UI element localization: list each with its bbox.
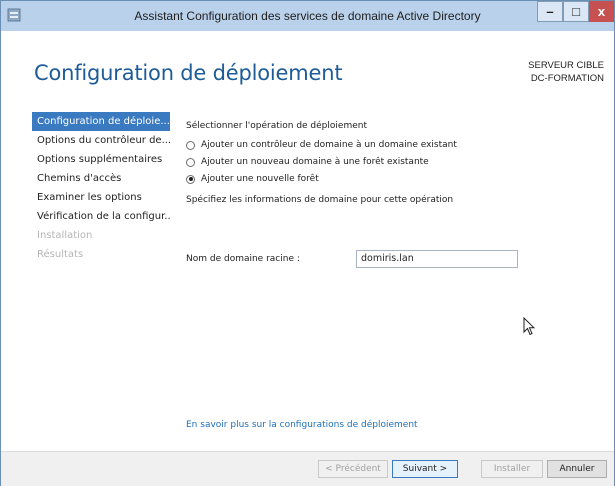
nav-item-paths[interactable]: Chemins d'accès [32,169,170,188]
nav-item-deployment-config[interactable]: Configuration de déploie... [32,112,170,131]
option-add-dc-existing-domain[interactable]: Ajouter un contrôleur de domaine à un do… [186,138,586,152]
window-title: Assistant Configuration des services de … [134,9,481,23]
radio-add-domain[interactable] [186,157,195,167]
wizard-footer: < Précédent Suivant > Installer Annuler [1,451,614,486]
nav-item-prerequisites-check[interactable]: Vérification de la configur... [32,207,170,226]
option-add-domain-existing-forest[interactable]: Ajouter un nouveau domaine à une forêt e… [186,155,586,169]
page-title: Configuration de déploiement [34,61,343,85]
target-server-label: SERVEUR CIBLE [528,60,604,71]
next-button[interactable]: Suivant > [392,460,458,478]
learn-more-link[interactable]: En savoir plus sur la configurations de … [186,420,418,430]
mouse-cursor-icon [523,316,536,342]
option-label: Ajouter une nouvelle forêt [201,174,319,184]
install-button[interactable]: Installer [481,460,543,478]
wizard-content: Configuration de déploiement SERVEUR CIB… [1,31,614,451]
wizard-nav: Configuration de déploie... Options du c… [32,112,170,264]
close-button[interactable]: x [589,1,614,22]
radio-add-dc[interactable] [186,140,195,150]
previous-button[interactable]: < Précédent [318,460,388,478]
nav-item-results: Résultats [37,249,84,260]
root-domain-label: Nom de domaine racine : [186,254,300,264]
main-panel: Sélectionner l'opération de déploiement … [186,121,586,268]
option-label: Ajouter un nouveau domaine à une forêt e… [201,157,429,167]
nav-item-dc-options[interactable]: Options du contrôleur de... [32,131,170,150]
wizard-window: Assistant Configuration des services de … [0,0,615,486]
nav-item-review-options[interactable]: Examiner les options [32,188,170,207]
option-add-new-forest[interactable]: Ajouter une nouvelle forêt [186,172,586,186]
minimize-button[interactable]: – [537,1,563,22]
title-bar[interactable]: Assistant Configuration des services de … [1,1,614,31]
domain-info-heading: Spécifiez les informations de domaine po… [186,195,454,205]
target-server: SERVEUR CIBLE DC-FORMATION [528,59,604,85]
operation-heading: Sélectionner l'opération de déploiement [186,121,367,131]
radio-add-forest[interactable] [186,174,195,184]
maximize-button[interactable]: □ [563,1,589,22]
nav-item-installation: Installation [37,230,93,241]
cancel-button[interactable]: Annuler [547,460,607,478]
root-domain-input[interactable]: domiris.lan [356,250,518,268]
option-label: Ajouter un contrôleur de domaine à un do… [201,140,457,150]
target-server-name: DC-FORMATION [530,73,604,84]
nav-item-additional-options[interactable]: Options supplémentaires [32,150,170,169]
